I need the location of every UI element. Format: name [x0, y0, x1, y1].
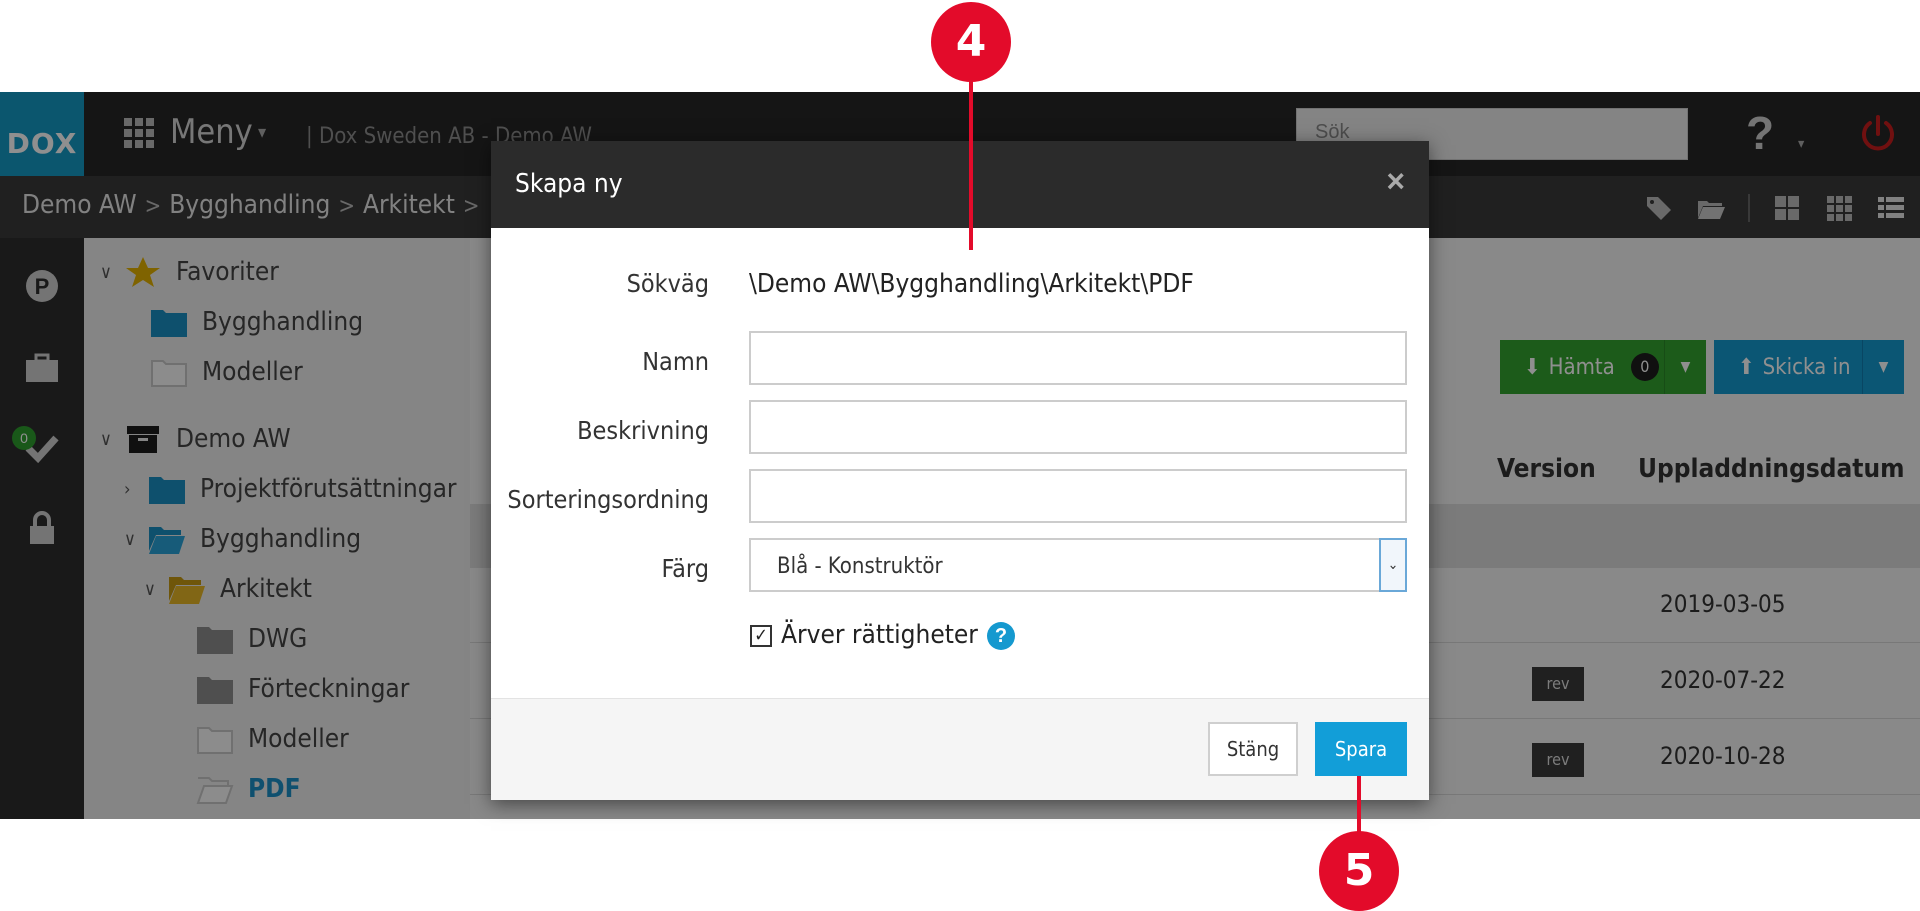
inherit-permissions-checkbox[interactable]: ✓ — [750, 625, 772, 647]
callout-badge-5: 5 — [1319, 831, 1399, 911]
sort-order-label: Sorteringsordning — [507, 485, 709, 514]
path-value: \Demo AW\Bygghandling\Arkitekt\PDF — [749, 269, 1194, 299]
callout-badge-4: 4 — [931, 2, 1011, 82]
callout-line-5 — [1357, 776, 1361, 832]
chevron-down-icon[interactable]: ⌄ — [1379, 538, 1407, 592]
save-button[interactable]: Spara — [1315, 722, 1407, 776]
name-label: Namn — [642, 347, 709, 376]
callout-line-4 — [969, 80, 973, 250]
color-label: Färg — [661, 554, 709, 583]
dialog-title: Skapa ny — [515, 169, 623, 199]
name-input[interactable] — [749, 331, 1407, 385]
description-label: Beskrivning — [577, 416, 709, 445]
description-input[interactable] — [749, 400, 1407, 454]
create-new-dialog: Skapa ny × Sökväg \Demo AW\Bygghandling\… — [491, 141, 1429, 800]
close-button[interactable]: Stäng — [1208, 722, 1298, 776]
inherit-permissions-label[interactable]: Ärver rättigheter — [781, 620, 978, 650]
color-select[interactable]: Blå - Konstruktör ⌄ — [749, 538, 1407, 592]
close-icon[interactable]: × — [1386, 163, 1405, 200]
dialog-header: Skapa ny × — [491, 141, 1429, 228]
help-info-icon[interactable]: ? — [987, 622, 1015, 650]
color-select-value: Blå - Konstruktör — [777, 554, 943, 579]
path-label: Sökväg — [626, 269, 709, 298]
sort-order-input[interactable] — [749, 469, 1407, 523]
